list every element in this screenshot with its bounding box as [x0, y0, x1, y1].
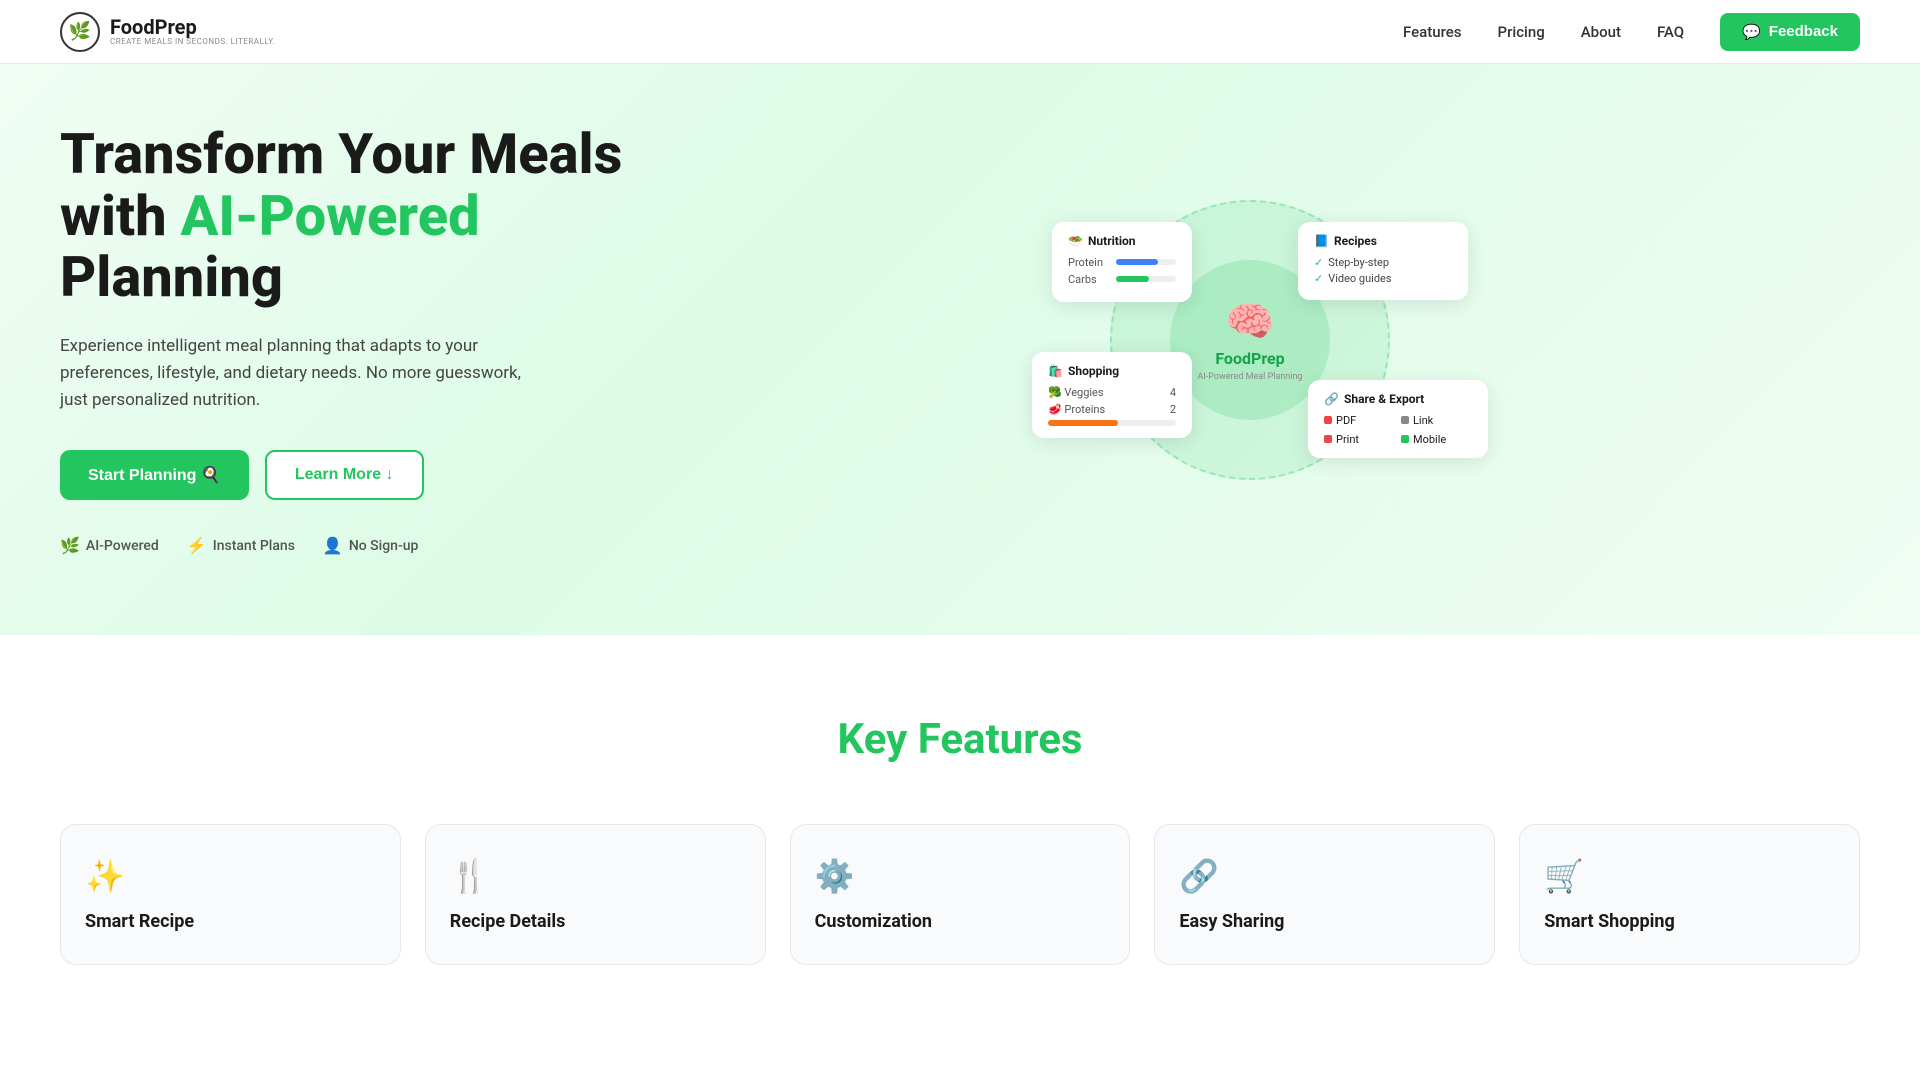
carbs-bar-bg [1116, 276, 1176, 282]
hero-badges: 🌿 AI-Powered ⚡ Instant Plans 👤 No Sign-u… [60, 536, 640, 555]
protein-bar-fill [1116, 259, 1158, 265]
recipes-video-row: ✓ Video guides [1314, 272, 1452, 285]
features-title: Key Features [60, 715, 1860, 764]
smart-shopping-icon: 🛒 [1544, 857, 1584, 895]
recipes-icon: 📘 [1314, 234, 1329, 248]
shopping-card-title: 🛍️ Shopping [1048, 364, 1176, 378]
share-link: Link [1401, 414, 1472, 427]
shopping-card: 🛍️ Shopping 🥦 Veggies 4 🥩 Proteins 2 [1032, 352, 1192, 438]
recipe-details-icon: 🍴 [450, 857, 490, 895]
share-mobile: Mobile [1401, 433, 1472, 446]
mobile-icon [1401, 435, 1409, 443]
shopping-proteins-row: 🥩 Proteins 2 [1048, 403, 1176, 416]
share-card-title: 🔗 Share & Export [1324, 392, 1472, 406]
hero-title-green: AI-Powered [181, 183, 480, 249]
logo-icon: 🌿 [60, 12, 100, 52]
learn-more-button[interactable]: Learn More ↓ [265, 450, 424, 500]
shopping-icon: 🛍️ [1048, 364, 1063, 378]
features-section: Key Features ✨ Smart Recipe 🍴 Recipe Det… [0, 635, 1920, 1045]
customization-name: Customization [815, 911, 932, 932]
hero-circle: 🧠 FoodPrep AI-Powered Meal Planning 🥗 Nu… [1110, 200, 1390, 480]
nutrition-icon: 🥗 [1068, 234, 1083, 248]
nav-pricing[interactable]: Pricing [1498, 23, 1545, 41]
recipes-card-title: 📘 Recipes [1314, 234, 1452, 248]
smart-recipe-icon: ✨ [85, 857, 125, 895]
instant-plans-icon: ⚡ [187, 536, 207, 555]
badge-ai-label: AI-Powered [86, 538, 159, 554]
feedback-label: Feedback [1769, 23, 1838, 40]
proteins-bar-fill [1048, 420, 1118, 426]
feature-card-customization: ⚙️ Customization [790, 824, 1131, 965]
hero-content: Transform Your Meals with AI-Powered Pla… [60, 124, 640, 555]
share-print: Print [1324, 433, 1395, 446]
logo-link[interactable]: 🌿 FoodPrep Create meals in seconds. Lite… [60, 12, 275, 52]
feature-card-smart-shopping: 🛒 Smart Shopping [1519, 824, 1860, 965]
shopping-veggies-row: 🥦 Veggies 4 [1048, 386, 1176, 399]
logo-name: FoodPrep [110, 17, 275, 37]
hero-subtitle: Experience intelligent meal planning tha… [60, 333, 540, 415]
link-icon [1401, 416, 1409, 424]
hero-illustration: 🧠 FoodPrep AI-Powered Meal Planning 🥗 Nu… [640, 140, 1860, 540]
easy-sharing-name: Easy Sharing [1179, 911, 1284, 932]
badge-instant-plans: ⚡ Instant Plans [187, 536, 295, 555]
print-icon [1324, 435, 1332, 443]
hero-buttons: Start Planning 🍳 Learn More ↓ [60, 450, 640, 500]
nav-faq[interactable]: FAQ [1657, 23, 1684, 41]
check-icon-2: ✓ [1314, 272, 1323, 285]
carbs-bar-fill [1116, 276, 1149, 282]
feature-card-recipe-details: 🍴 Recipe Details [425, 824, 766, 965]
nutrition-protein-row: Protein [1068, 256, 1176, 269]
feedback-icon: 💬 [1742, 23, 1761, 41]
share-grid: PDF Link Print Mobile [1324, 414, 1472, 446]
feature-card-smart-recipe: ✨ Smart Recipe [60, 824, 401, 965]
nav-links: Features Pricing About FAQ 💬 Feedback [1403, 13, 1860, 51]
badge-instant-label: Instant Plans [213, 538, 295, 554]
recipe-details-name: Recipe Details [450, 911, 566, 932]
brand-name: FoodPrep [1215, 349, 1284, 368]
navbar: 🌿 FoodPrep Create meals in seconds. Lite… [0, 0, 1920, 64]
pdf-icon [1324, 416, 1332, 424]
start-planning-button[interactable]: Start Planning 🍳 [60, 450, 249, 500]
nutrition-card: 🥗 Nutrition Protein Carbs [1052, 222, 1192, 302]
recipes-card: 📘 Recipes ✓ Step-by-step ✓ Video guides [1298, 222, 1468, 300]
proteins-bar-bg [1048, 420, 1176, 426]
hero-section: Transform Your Meals with AI-Powered Pla… [0, 64, 1920, 635]
badge-no-signup-label: No Sign-up [349, 538, 419, 554]
easy-sharing-icon: 🔗 [1179, 857, 1219, 895]
nutrition-card-title: 🥗 Nutrition [1068, 234, 1176, 248]
badge-ai-powered: 🌿 AI-Powered [60, 536, 159, 555]
features-grid: ✨ Smart Recipe 🍴 Recipe Details ⚙️ Custo… [60, 824, 1860, 965]
smart-recipe-name: Smart Recipe [85, 911, 194, 932]
hero-title: Transform Your Meals with AI-Powered Pla… [60, 124, 640, 309]
share-pdf: PDF [1324, 414, 1395, 427]
protein-bar-bg [1116, 259, 1176, 265]
nutrition-carbs-row: Carbs [1068, 273, 1176, 286]
ai-powered-icon: 🌿 [60, 536, 80, 555]
nav-about[interactable]: About [1581, 23, 1621, 41]
no-signup-icon: 👤 [323, 536, 343, 555]
share-icon: 🔗 [1324, 392, 1339, 406]
brain-icon: 🧠 [1225, 298, 1275, 345]
share-card: 🔗 Share & Export PDF Link Print [1308, 380, 1488, 458]
nav-features[interactable]: Features [1403, 23, 1461, 41]
logo-tagline: Create meals in seconds. Literally. [110, 37, 275, 46]
feedback-button[interactable]: 💬 Feedback [1720, 13, 1860, 51]
smart-shopping-name: Smart Shopping [1544, 911, 1675, 932]
check-icon-1: ✓ [1314, 256, 1323, 269]
badge-no-signup: 👤 No Sign-up [323, 536, 418, 555]
recipes-step-row: ✓ Step-by-step [1314, 256, 1452, 269]
feature-card-easy-sharing: 🔗 Easy Sharing [1154, 824, 1495, 965]
brand-sub: AI-Powered Meal Planning [1197, 372, 1302, 382]
logo-text: FoodPrep Create meals in seconds. Litera… [110, 17, 275, 46]
customization-icon: ⚙️ [815, 857, 855, 895]
